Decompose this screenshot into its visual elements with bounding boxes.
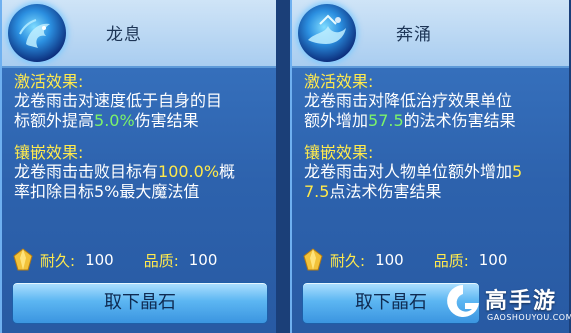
- activation-line: 额外增加57.5的法术伤害结果: [304, 111, 516, 130]
- durability-label: 耐久:: [330, 251, 366, 270]
- gold-crystal-icon: [303, 248, 323, 271]
- quality-label: 品质:: [143, 251, 179, 270]
- quality-value: 100: [478, 251, 508, 269]
- dragon-emblem-icon: [8, 4, 66, 62]
- inlay-line: 龙卷雨击击败目标有100.0%概: [14, 162, 236, 181]
- card-title: 龙息: [106, 25, 142, 45]
- inlay-value: 5: [512, 162, 523, 181]
- card-header: 龙息: [2, 0, 276, 68]
- gaoshouyou-logo-icon: [447, 285, 479, 317]
- quality-label: 品质:: [433, 251, 469, 270]
- remove-crystal-button[interactable]: 取下晶石: [12, 282, 268, 324]
- gaoshouyou-logo: 高手游 GAOSHOUYOU.COM: [441, 275, 571, 333]
- inlay-line: 龙卷雨击对人物单位额外增加5: [304, 162, 523, 181]
- durability-label: 耐久:: [40, 251, 76, 270]
- activation-value: 5.0%: [94, 111, 135, 130]
- card-content: 激活效果: 龙卷雨击对速度低于自身的目 标额外提高5.0%伤害结果 镶嵌效果: …: [14, 72, 268, 202]
- inlay-title: 镶嵌效果:: [304, 143, 374, 162]
- activation-line: 龙卷雨击对降低治疗效果单位: [304, 91, 513, 110]
- card-title: 奔涌: [396, 25, 432, 45]
- watermark-main: 高手游: [485, 289, 558, 314]
- activation-title: 激活效果:: [14, 72, 84, 91]
- inlay-value: 100.0%: [158, 162, 220, 181]
- activation-title: 激活效果:: [304, 72, 374, 91]
- stats-row: 耐久: 100 品质: 100: [12, 248, 247, 272]
- activation-value: 57.5: [368, 111, 404, 130]
- card-content: 激活效果: 龙卷雨击对降低治疗效果单位 额外增加57.5的法术伤害结果 镶嵌效果…: [304, 72, 561, 202]
- stats-row: 耐久: 100 品质: 100: [302, 248, 537, 272]
- inlay-line: 7.5点法术伤害结果: [304, 182, 442, 201]
- wave-emblem-icon: [298, 4, 356, 62]
- quality-value: 100: [188, 251, 218, 269]
- activation-line: 龙卷雨击对速度低于自身的目: [14, 91, 223, 110]
- card-header: 奔涌: [292, 0, 569, 68]
- activation-line: 标额外提高5.0%伤害结果: [14, 111, 199, 130]
- durability-value: 100: [85, 251, 114, 269]
- gold-crystal-icon: [13, 248, 33, 271]
- inlay-title: 镶嵌效果:: [14, 143, 84, 162]
- inlay-line: 率扣除目标5%最大魔法值: [14, 182, 200, 201]
- watermark-sub: GAOSHOUYOU.COM: [487, 313, 571, 322]
- inlay-value: 7.5: [304, 182, 330, 201]
- gem-card-left: 龙息 激活效果: 龙卷雨击对速度低于自身的目 标额外提高5.0%伤害结果 镶嵌效…: [0, 0, 278, 333]
- durability-value: 100: [375, 251, 404, 269]
